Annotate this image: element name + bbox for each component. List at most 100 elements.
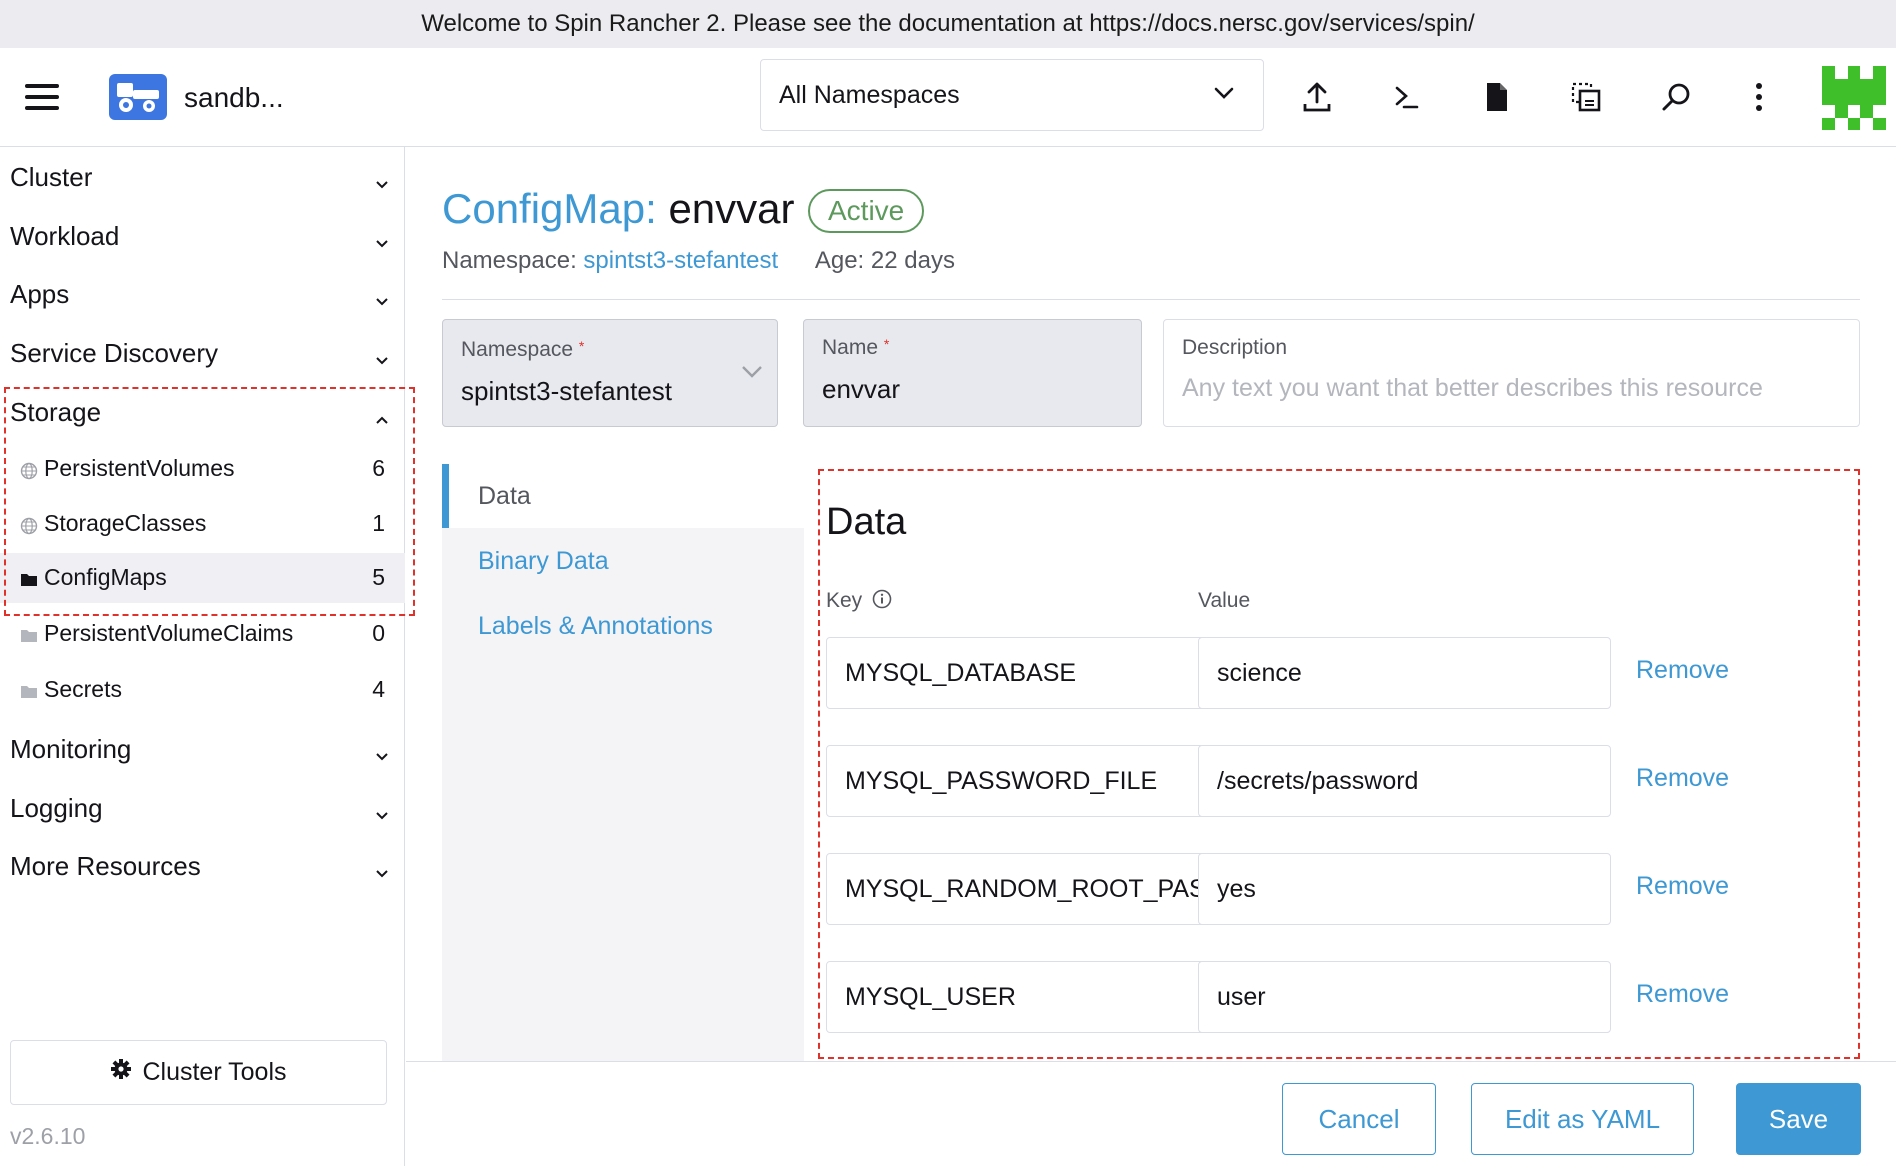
description-placeholder: Any text you want that better describes … — [1182, 374, 1763, 402]
sidebar-item-count: 4 — [372, 676, 385, 702]
sidebar-nav: Cluster Workload Apps Service Discovery … — [0, 147, 415, 1166]
sidebar-item-storageclasses[interactable]: StorageClasses 1 — [0, 499, 405, 549]
tab-binary-data[interactable]: Binary Data — [442, 529, 804, 593]
tab-data[interactable]: Data — [442, 464, 804, 528]
cancel-button[interactable]: Cancel — [1282, 1083, 1436, 1155]
data-section-title: Data — [826, 501, 907, 543]
sidebar-group-label: More Resources — [10, 850, 201, 881]
remove-row-button[interactable]: Remove — [1636, 656, 1729, 685]
sidebar-item-label: PersistentVolumes — [44, 455, 235, 481]
age-label: Age: 22 days — [814, 247, 955, 274]
description-field-label: Description — [1182, 336, 1288, 359]
sidebar-group-workload[interactable]: Workload — [10, 216, 390, 256]
namespace-link[interactable]: spintst3-stefantest — [583, 247, 778, 274]
remove-row-button[interactable]: Remove — [1636, 872, 1729, 901]
version-label: v2.6.10 — [10, 1123, 86, 1149]
key-input[interactable]: MYSQL_PASSWORD_FILE — [826, 745, 1239, 817]
sidebar-group-label: Workload — [10, 220, 120, 251]
side-tabs: Data Binary Data Labels & Annotations — [442, 464, 804, 1066]
globe-icon — [20, 514, 38, 535]
namespace-filter-value: All Namespaces — [779, 80, 960, 109]
gear-icon — [110, 1058, 132, 1087]
main-content: ConfigMap: envvar Active Namespace: spin… — [406, 147, 1896, 1166]
namespace-field-value: spintst3-stefantest — [461, 376, 672, 406]
sidebar-item-count: 0 — [372, 620, 385, 646]
value-input[interactable]: user — [1198, 961, 1611, 1033]
data-panel: Data Key Value MYSQL_DATABASE science Re… — [818, 469, 1860, 1059]
namespace-meta-label: Namespace: — [442, 247, 577, 274]
sidebar-item-configmaps[interactable]: ConfigMaps 5 — [0, 553, 405, 603]
namespace-field-label: Namespace * — [461, 338, 585, 361]
sidebar-group-service-discovery[interactable]: Service Discovery — [10, 333, 390, 373]
value-input[interactable]: yes — [1198, 853, 1611, 925]
hamburger-menu-icon[interactable] — [25, 84, 59, 110]
sidebar-item-persistentvolumes[interactable]: PersistentVolumes 6 — [0, 444, 405, 494]
info-icon[interactable] — [872, 589, 892, 615]
sidebar-group-label: Storage — [10, 396, 102, 427]
key-input[interactable]: MYSQL_RANDOM_ROOT_PASSWORD — [826, 853, 1239, 925]
key-column-label: Key — [826, 589, 892, 615]
value-input[interactable]: science — [1198, 637, 1611, 709]
resource-kind[interactable]: ConfigMap: — [442, 185, 657, 232]
namespace-field[interactable]: Namespace * spintst3-stefantest — [442, 319, 778, 427]
chevron-down-icon — [741, 364, 763, 385]
import-yaml-icon[interactable] — [1300, 80, 1334, 114]
resource-meta: Namespace: spintst3-stefantest Age: 22 d… — [442, 247, 955, 275]
sidebar-item-count: 1 — [372, 510, 385, 536]
sidebar-group-monitoring[interactable]: Monitoring — [10, 729, 390, 769]
value-input[interactable]: /secrets/password — [1198, 745, 1611, 817]
sidebar-group-apps[interactable]: Apps — [10, 274, 390, 314]
key-input[interactable]: MYSQL_DATABASE — [826, 637, 1239, 709]
chevron-down-icon — [374, 741, 390, 772]
remove-row-button[interactable]: Remove — [1636, 764, 1729, 793]
welcome-banner: Welcome to Spin Rancher 2. Please see th… — [0, 0, 1896, 48]
header-divider — [442, 299, 1860, 300]
chevron-down-icon — [374, 228, 390, 259]
description-field[interactable]: Description Any text you want that bette… — [1163, 319, 1860, 427]
sidebar-group-label: Service Discovery — [10, 337, 219, 368]
folder-icon — [20, 568, 38, 586]
chevron-up-icon — [374, 404, 390, 435]
sidebar-group-storage[interactable]: Storage — [10, 392, 390, 432]
cluster-logo-icon — [109, 74, 167, 120]
kubeconfig-file-icon[interactable] — [1479, 80, 1513, 114]
sidebar-item-persistentvolumeclaims[interactable]: PersistentVolumeClaims 0 — [0, 609, 405, 659]
status-badge: Active — [808, 189, 925, 233]
folder-icon — [20, 680, 38, 698]
sidebar-item-label: ConfigMaps — [44, 564, 167, 590]
sidebar-item-count: 6 — [372, 455, 385, 481]
sidebar-group-label: Logging — [10, 792, 103, 823]
name-field-label: Name * — [822, 336, 890, 359]
sidebar-item-secrets[interactable]: Secrets 4 — [0, 665, 405, 715]
name-field[interactable]: Name * envvar — [803, 319, 1142, 427]
sidebar-group-label: Monitoring — [10, 733, 132, 764]
chevron-down-icon — [374, 800, 390, 831]
key-input[interactable]: MYSQL_USER — [826, 961, 1239, 1033]
sidebar-group-logging[interactable]: Logging — [10, 788, 390, 828]
chevron-down-icon — [1213, 82, 1235, 111]
save-button[interactable]: Save — [1736, 1083, 1861, 1155]
user-avatar[interactable] — [1822, 66, 1886, 130]
namespace-filter-select[interactable]: All Namespaces — [760, 59, 1264, 131]
chevron-down-icon — [374, 286, 390, 317]
sidebar-group-label: Cluster — [10, 161, 93, 192]
copy-kubeconfig-icon[interactable] — [1569, 80, 1603, 114]
sidebar-group-cluster[interactable]: Cluster — [10, 157, 390, 197]
cluster-tools-button[interactable]: Cluster Tools — [10, 1040, 387, 1105]
edit-as-yaml-button[interactable]: Edit as YAML — [1471, 1083, 1694, 1155]
sidebar-item-label: Secrets — [44, 676, 122, 702]
sidebar-item-label: PersistentVolumeClaims — [44, 620, 294, 646]
chevron-down-icon — [374, 345, 390, 376]
page-title: ConfigMap: envvar — [442, 185, 795, 233]
folder-icon — [20, 624, 38, 642]
tab-labels-annotations[interactable]: Labels & Annotations — [442, 594, 804, 658]
remove-row-button[interactable]: Remove — [1636, 980, 1729, 1009]
sidebar-group-label: Apps — [10, 278, 70, 309]
kubectl-shell-icon[interactable] — [1390, 80, 1424, 114]
search-icon[interactable] — [1659, 80, 1693, 114]
cluster-tools-label: Cluster Tools — [142, 1058, 287, 1086]
cluster-name[interactable]: sandb... — [184, 82, 284, 114]
sidebar-group-more-resources[interactable]: More Resources — [10, 846, 390, 886]
more-actions-icon[interactable] — [1742, 80, 1776, 114]
value-column-label: Value — [1198, 589, 1251, 612]
